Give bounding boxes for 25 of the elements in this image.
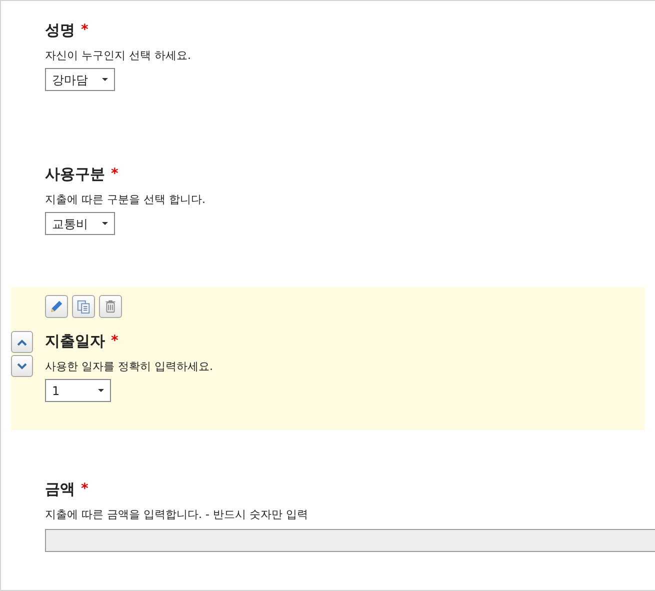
- required-mark: *: [81, 21, 88, 40]
- dropdown[interactable]: 강마담: [45, 68, 115, 91]
- chevron-down-icon: [17, 362, 27, 370]
- pencil-icon: [49, 299, 64, 314]
- move-up-button[interactable]: [11, 331, 33, 353]
- field-label: 지출일자: [45, 331, 105, 352]
- edit-button[interactable]: [45, 295, 68, 318]
- dropdown[interactable]: 1: [45, 379, 111, 402]
- trash-icon: [103, 299, 118, 314]
- field-label: 금액: [45, 479, 75, 500]
- field-description: 지출에 따른 구분을 선택 합니다.: [45, 192, 206, 208]
- field-description: 사용한 일자를 정확히 입력하세요.: [45, 359, 214, 375]
- chevron-up-icon: [17, 338, 27, 346]
- required-mark: *: [111, 165, 118, 184]
- field-label: 사용구분: [45, 164, 105, 185]
- required-mark: *: [111, 332, 118, 351]
- copy-icon: [76, 299, 91, 314]
- move-down-button[interactable]: [11, 355, 33, 377]
- dropdown[interactable]: 교통비: [45, 212, 115, 235]
- field-description: 자신이 누구인지 선택 하세요.: [45, 48, 192, 64]
- field-label: 성명: [45, 20, 75, 41]
- copy-button[interactable]: [72, 295, 95, 318]
- field-description: 지출에 따른 금액을 입력합니다. - 반드시 숫자만 입력: [45, 507, 309, 523]
- required-mark: *: [81, 480, 88, 499]
- delete-button[interactable]: [99, 295, 122, 318]
